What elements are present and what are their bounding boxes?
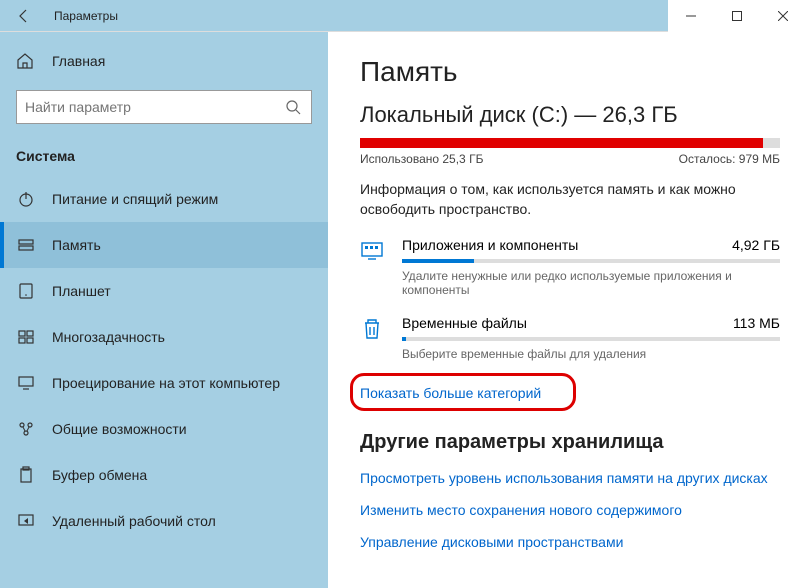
clipboard-icon (16, 466, 36, 484)
nav-item-tablet[interactable]: Планшет (0, 268, 328, 314)
category-apps[interactable]: Приложения и компоненты 4,92 ГБ Удалите н… (360, 237, 780, 297)
minimize-button[interactable] (668, 0, 714, 32)
home-nav[interactable]: Главная (0, 44, 328, 78)
storage-desc: Информация о том, как используется памят… (360, 180, 774, 219)
tablet-icon (16, 282, 36, 300)
close-icon (778, 11, 788, 21)
link-other-drives[interactable]: Просмотреть уровень использования памяти… (360, 470, 774, 486)
cat-size: 113 МБ (733, 315, 780, 331)
close-button[interactable] (760, 0, 806, 32)
power-icon (16, 190, 36, 208)
nav-item-multitasking[interactable]: Многозадачность (0, 314, 328, 360)
nav-label: Память (52, 237, 101, 253)
nav-label: Удаленный рабочий стол (52, 513, 216, 529)
used-label: Использовано 25,3 ГБ (360, 152, 483, 166)
titlebar: Параметры (0, 0, 806, 32)
usage-bar (360, 138, 780, 148)
maximize-button[interactable] (714, 0, 760, 32)
sidebar: Главная Система Питание и спящий режим П… (0, 32, 328, 588)
section-header: Система (0, 140, 328, 176)
link-storage-spaces[interactable]: Управление дисковыми пространствами (360, 534, 774, 550)
cat-name: Временные файлы (402, 315, 527, 331)
cat-bar (402, 337, 780, 341)
cat-size: 4,92 ГБ (732, 237, 780, 253)
home-icon (16, 52, 36, 70)
content: Память Локальный диск (C:) — 26,3 ГБ Исп… (328, 32, 806, 588)
nav-item-projecting[interactable]: Проецирование на этот компьютер (0, 360, 328, 406)
disk-title: Локальный диск (C:) — 26,3 ГБ (360, 102, 774, 128)
remote-icon (16, 512, 36, 530)
category-temp[interactable]: Временные файлы 113 МБ Выберите временные… (360, 315, 780, 361)
cat-hint: Выберите временные файлы для удаления (402, 347, 780, 361)
nav-label: Питание и спящий режим (52, 191, 218, 207)
cat-bar (402, 259, 780, 263)
trash-icon (360, 315, 388, 361)
usage-fill (360, 138, 763, 148)
back-button[interactable] (4, 0, 44, 32)
nav-list: Питание и спящий режим Память Планшет Мн… (0, 176, 328, 588)
nav-label: Проецирование на этот компьютер (52, 375, 280, 391)
search-icon (285, 99, 303, 115)
remaining-label: Осталось: 979 МБ (679, 152, 780, 166)
apps-icon (360, 237, 388, 297)
shared-icon (16, 420, 36, 438)
nav-label: Планшет (52, 283, 111, 299)
link-change-save-location[interactable]: Изменить место сохранения нового содержи… (360, 502, 774, 518)
multitasking-icon (16, 328, 36, 346)
projecting-icon (16, 374, 36, 392)
nav-label: Многозадачность (52, 329, 165, 345)
search-input[interactable] (25, 99, 285, 115)
page-title: Память (360, 56, 774, 88)
cat-hint: Удалите ненужные или редко используемые … (402, 269, 780, 297)
storage-icon (16, 236, 36, 254)
nav-label: Общие возможности (52, 421, 187, 437)
nav-item-remote[interactable]: Удаленный рабочий стол (0, 498, 328, 544)
maximize-icon (732, 11, 742, 21)
nav-item-clipboard[interactable]: Буфер обмена (0, 452, 328, 498)
home-label: Главная (52, 53, 105, 69)
window-title: Параметры (54, 9, 118, 23)
arrow-left-icon (16, 8, 32, 24)
search-box[interactable] (16, 90, 312, 124)
other-storage-header: Другие параметры хранилища (360, 431, 774, 454)
show-more-link[interactable]: Показать больше категорий (360, 379, 541, 407)
nav-item-storage[interactable]: Память (0, 222, 328, 268)
nav-label: Буфер обмена (52, 467, 147, 483)
nav-item-shared[interactable]: Общие возможности (0, 406, 328, 452)
nav-item-power[interactable]: Питание и спящий режим (0, 176, 328, 222)
minimize-icon (686, 11, 696, 21)
cat-name: Приложения и компоненты (402, 237, 578, 253)
